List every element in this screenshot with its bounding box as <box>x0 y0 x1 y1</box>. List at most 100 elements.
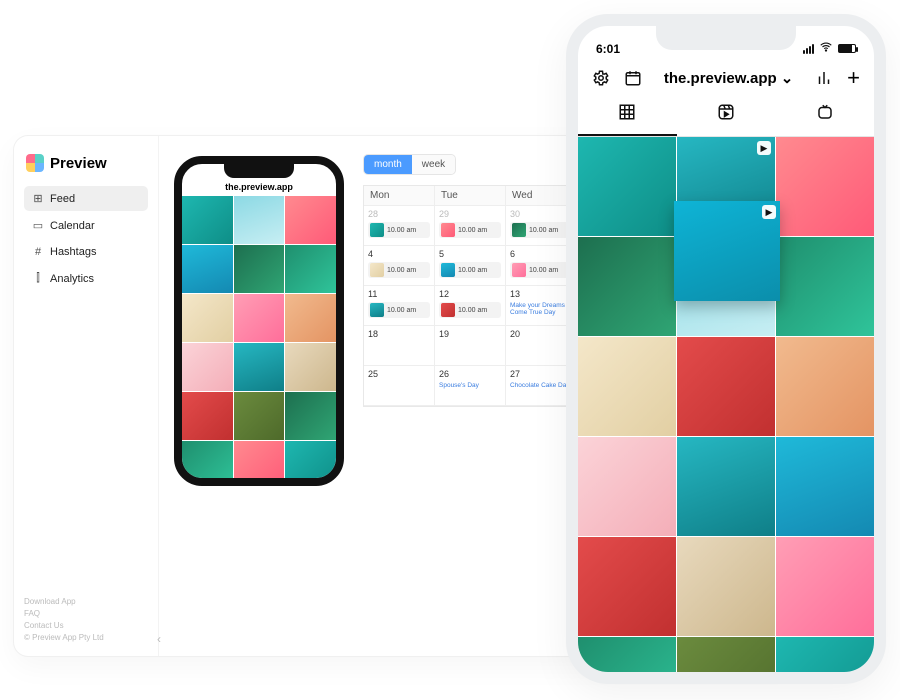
day-number: 28 <box>368 209 430 219</box>
feed-tile[interactable] <box>182 245 233 293</box>
signal-icon <box>803 44 814 54</box>
calendar-cell[interactable]: 1110.00 am <box>364 286 435 326</box>
feed-tile[interactable] <box>234 196 285 244</box>
feed-tile[interactable] <box>285 343 336 391</box>
feed-tile[interactable] <box>285 392 336 440</box>
preview-phone: the.preview.app <box>174 156 344 486</box>
calendar-cell[interactable]: 25 <box>364 366 435 406</box>
calendar-table: Mon Tue Wed 2810.00 am2910.00 am3010.00 … <box>363 185 578 407</box>
day-number: 13 <box>510 289 572 299</box>
sidebar-collapse-chevron[interactable]: ‹ <box>157 632 161 646</box>
account-handle: the.preview.app <box>664 70 777 87</box>
feed-tabbar <box>578 95 874 137</box>
calendar-cell[interactable]: 26Spouse's Day <box>435 366 506 406</box>
feed-tile[interactable] <box>776 537 874 636</box>
feed-tile[interactable] <box>776 137 874 236</box>
sidebar-item-label: Analytics <box>50 273 94 285</box>
day-number: 20 <box>510 329 572 339</box>
feed-tile[interactable] <box>677 537 775 636</box>
feed-tile[interactable] <box>234 245 285 293</box>
scheduled-post-chip[interactable]: 10.00 am <box>368 222 430 238</box>
sidebar-item-label: Feed <box>50 193 75 205</box>
footer-copyright: © Preview App Pty Ltd <box>24 633 104 642</box>
calendar-cell[interactable]: 18 <box>364 326 435 366</box>
feed-tile[interactable] <box>234 294 285 342</box>
feed-tile[interactable] <box>182 343 233 391</box>
weekday-label: Mon <box>364 186 435 206</box>
feed-tile[interactable] <box>578 237 676 336</box>
feed-tile[interactable] <box>578 537 676 636</box>
feed-tile[interactable] <box>677 437 775 536</box>
feed-tile[interactable] <box>578 337 676 436</box>
calendar-cell[interactable]: 2910.00 am <box>435 206 506 246</box>
day-number: 19 <box>439 329 501 339</box>
calendar-cell[interactable]: 19 <box>435 326 506 366</box>
feed-tile[interactable] <box>285 294 336 342</box>
feed-tile[interactable] <box>285 196 336 244</box>
account-switcher[interactable]: the.preview.app ⌄ <box>664 69 793 87</box>
calendar-note: Chocolate Cake Day <box>510 382 572 389</box>
feed-tile[interactable] <box>234 441 285 486</box>
add-button[interactable]: + <box>847 67 860 89</box>
feed-tile[interactable] <box>182 441 233 486</box>
feed-tile[interactable] <box>578 137 676 236</box>
scheduled-post-chip[interactable]: 10.00 am <box>510 262 572 278</box>
post-thumbnail <box>370 263 384 277</box>
sidebar-item-feed[interactable]: ⊞ Feed <box>24 186 148 211</box>
scheduled-post-chip[interactable]: 10.00 am <box>439 302 501 318</box>
dragging-tile[interactable]: ▶ <box>674 201 780 301</box>
scheduled-post-chip[interactable]: 10.00 am <box>439 262 501 278</box>
day-number: 18 <box>368 329 430 339</box>
tab-grid[interactable] <box>578 95 677 136</box>
grid-icon: ⊞ <box>32 192 44 205</box>
feed-tile[interactable] <box>578 637 676 684</box>
feed-tile[interactable] <box>285 245 336 293</box>
scheduled-post-chip[interactable]: 10.00 am <box>368 262 430 278</box>
calendar-cell[interactable]: 510.00 am <box>435 246 506 286</box>
scheduled-post-chip[interactable]: 10.00 am <box>510 222 572 238</box>
feed-tile[interactable] <box>234 343 285 391</box>
feed-tile[interactable] <box>677 637 775 684</box>
post-time: 10.00 am <box>387 267 416 274</box>
feed-tile[interactable] <box>182 392 233 440</box>
footer-link[interactable]: FAQ <box>24 608 148 620</box>
status-time: 6:01 <box>596 42 620 56</box>
feed-tile[interactable] <box>182 196 233 244</box>
feed-tile[interactable] <box>182 294 233 342</box>
tab-igtv[interactable] <box>775 95 874 136</box>
weekday-label: Tue <box>435 186 506 206</box>
battery-icon <box>838 44 856 53</box>
feed-tile[interactable] <box>776 237 874 336</box>
feed-tile[interactable] <box>234 392 285 440</box>
toggle-month[interactable]: month <box>364 155 412 174</box>
reel-badge-icon: ▶ <box>757 141 771 155</box>
feed-tile[interactable] <box>578 437 676 536</box>
feed-tile[interactable] <box>776 637 874 684</box>
feed-tile[interactable] <box>677 337 775 436</box>
scheduled-post-chip[interactable]: 10.00 am <box>439 222 501 238</box>
analytics-icon[interactable] <box>815 69 833 87</box>
preview-feed-grid <box>182 196 336 486</box>
feed-tile[interactable] <box>776 437 874 536</box>
feed-tile[interactable] <box>776 337 874 436</box>
settings-icon[interactable] <box>592 69 610 87</box>
sidebar-item-calendar[interactable]: ▭ Calendar <box>24 213 148 238</box>
calendar-header: Mon Tue Wed <box>364 186 577 206</box>
scheduled-post-chip[interactable]: 10.00 am <box>368 302 430 318</box>
sidebar-item-hashtags[interactable]: # Hashtags <box>24 240 148 264</box>
calendar-icon[interactable] <box>624 69 642 87</box>
sidebar: Preview ⊞ Feed ▭ Calendar # Hashtags ⫿ A… <box>14 136 159 656</box>
hashtag-icon: # <box>32 246 44 258</box>
sidebar-item-analytics[interactable]: ⫿ Analytics <box>24 266 148 291</box>
footer-link[interactable]: Download App <box>24 596 148 608</box>
post-time: 10.00 am <box>529 267 558 274</box>
brand: Preview <box>24 148 148 186</box>
feed-tile[interactable] <box>285 441 336 486</box>
footer-link[interactable]: Contact Us <box>24 620 148 632</box>
calendar-cell[interactable]: 28 10.00 am <box>364 206 435 246</box>
calendar-cell[interactable]: 410.00 am <box>364 246 435 286</box>
day-number: 30 <box>510 209 572 219</box>
tab-reels[interactable] <box>677 95 776 136</box>
calendar-cell[interactable]: 1210.00 am <box>435 286 506 326</box>
toggle-week[interactable]: week <box>412 155 455 174</box>
